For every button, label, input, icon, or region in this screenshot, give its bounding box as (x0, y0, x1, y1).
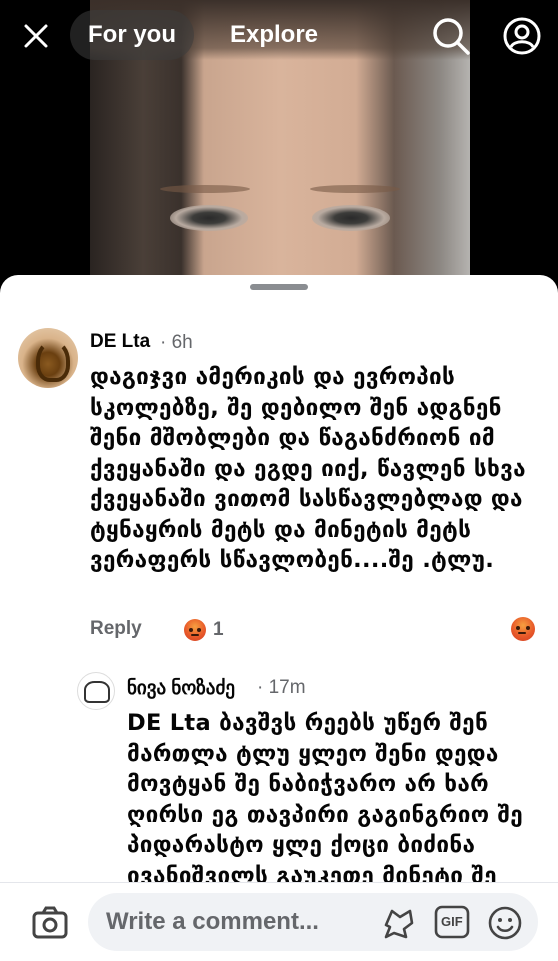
profile-button[interactable] (500, 14, 544, 58)
search-icon (433, 18, 470, 55)
sketch-icon (84, 681, 110, 703)
comment-author[interactable]: DE Lta (90, 331, 150, 353)
gif-button[interactable]: GIF (434, 905, 470, 939)
tab-explore[interactable]: Explore (230, 10, 318, 60)
comments-sheet: DE Lta · 6h დაგიჯვი ამერიკის და ევროპის … (0, 275, 558, 960)
reply-button[interactable]: Reply (90, 618, 142, 640)
sticker-icon (384, 909, 414, 939)
reply-time: · 17m (257, 677, 306, 698)
tab-explore-label: Explore (230, 21, 319, 48)
sheet-drag-handle[interactable] (250, 284, 308, 290)
reaction-count[interactable]: 1 (213, 619, 224, 641)
reply-text: DE Lta ბავშვს რეებს უწერ შენ მართლა ტლუ … (127, 710, 523, 889)
comment-input[interactable] (88, 893, 538, 951)
gif-label: GIF (441, 914, 463, 929)
angry-reaction-icon (184, 619, 206, 641)
camera-icon (32, 906, 68, 939)
comment-composer: GIF (0, 882, 558, 961)
angry-reaction-icon[interactable] (511, 617, 535, 641)
profile-icon (503, 17, 541, 55)
sticker-button[interactable] (380, 905, 418, 941)
emoji-icon (488, 906, 522, 940)
camera-button[interactable] (30, 903, 70, 943)
video-eye-right (312, 205, 390, 231)
top-bar: For you Explore (0, 0, 558, 70)
video-eye-left (170, 205, 248, 231)
reply-avatar[interactable] (77, 672, 115, 710)
avatar[interactable] (18, 328, 78, 388)
scorpion-icon (36, 340, 70, 382)
tab-for-you-label: For you (88, 21, 176, 48)
tab-for-you[interactable]: For you (70, 10, 194, 60)
close-button[interactable] (18, 18, 54, 54)
close-icon (24, 24, 48, 48)
search-button[interactable] (430, 15, 472, 57)
video-brow-right (310, 185, 400, 193)
comment-time: · 6h (160, 332, 193, 353)
comment-text: დაგიჯვი ამერიკის და ევროპის სკოლებზე, შე… (90, 364, 526, 573)
video-brow-left (160, 185, 250, 193)
reply-author[interactable]: ნივა ნოზაძე (127, 677, 235, 700)
emoji-button[interactable] (487, 905, 523, 941)
